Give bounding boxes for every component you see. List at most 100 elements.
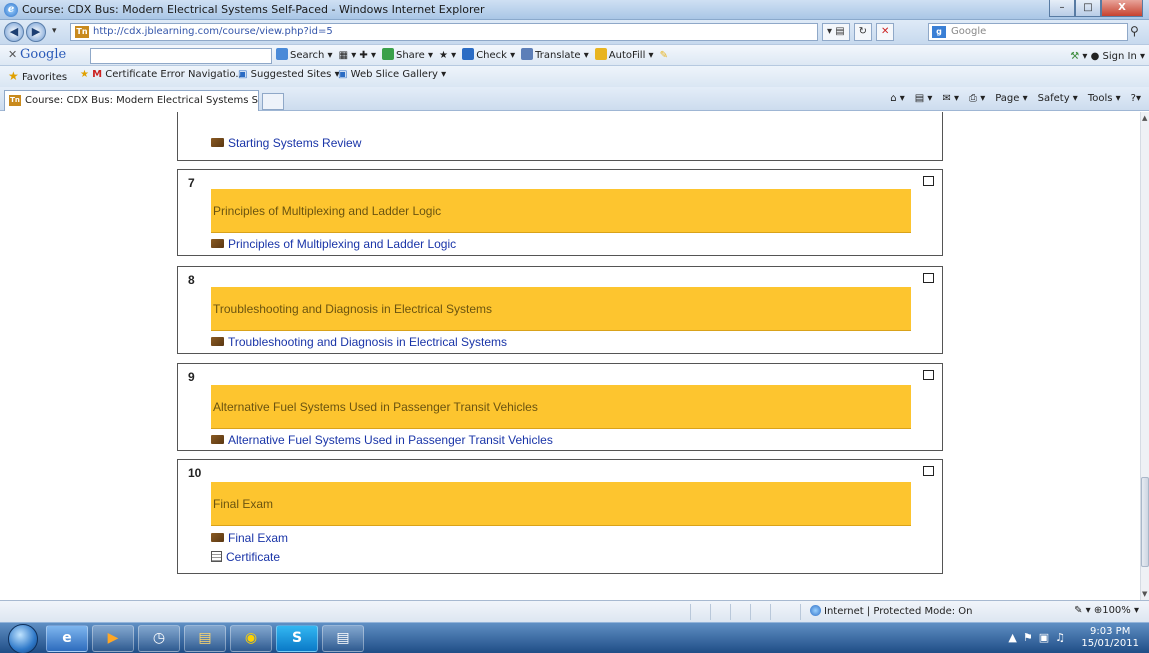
section-number: 8 — [188, 273, 195, 287]
status-divider — [690, 604, 691, 620]
home-icon[interactable]: ⌂ ▾ — [890, 93, 905, 104]
resource-link[interactable]: Troubleshooting and Diagnosis in Electri… — [211, 335, 507, 349]
section-10: 10 Final Exam Final Exam Certificate — [177, 459, 943, 574]
security-zone[interactable]: Internet | Protected Mode: On — [810, 605, 972, 617]
pencil-icon[interactable]: ✎ — [660, 48, 668, 64]
document-icon — [211, 551, 222, 562]
print-icon[interactable]: ⎙ ▾ — [969, 93, 985, 104]
close-toolbar-icon[interactable]: ✕ — [8, 48, 17, 61]
site-favicon: Tn — [75, 26, 89, 38]
search-input[interactable]: g Google — [928, 23, 1128, 41]
toolbar-translate-button[interactable]: Translate ▾ — [521, 48, 589, 64]
search-magnifier-icon[interactable]: ⚲ — [1130, 24, 1139, 38]
favorites-star-icon: ★ — [8, 69, 19, 83]
page-menu[interactable]: Page ▾ — [995, 93, 1027, 104]
book-icon — [211, 337, 224, 346]
clock[interactable]: 9:03 PM 15/01/2011 — [1081, 626, 1139, 650]
toolbar-misc-button[interactable]: ▦ ▾ ✚ ▾ — [339, 48, 376, 64]
google-search-icon: g — [932, 26, 946, 38]
mail-icon[interactable]: ✉ ▾ — [942, 93, 959, 104]
google-toolbar-search-input[interactable] — [90, 48, 272, 64]
maximize-button[interactable]: □ — [1075, 0, 1101, 17]
section-checkbox[interactable] — [923, 273, 934, 283]
compatibility-icon[interactable]: ▾ ▤ — [822, 23, 850, 41]
forward-button[interactable]: ▶ — [26, 22, 46, 42]
start-button[interactable] — [8, 624, 38, 653]
refresh-icon[interactable]: ↻ — [853, 23, 873, 41]
feeds-icon[interactable]: ▤ ▾ — [915, 93, 933, 104]
section-number: 7 — [188, 176, 195, 190]
section-7: 7 Principles of Multiplexing and Ladder … — [177, 169, 943, 256]
internet-explorer-taskbar-icon[interactable]: e — [46, 625, 88, 652]
ie-page-icon: ▣ — [238, 69, 248, 80]
status-divider — [710, 604, 711, 620]
book-icon — [211, 138, 224, 147]
section-checkbox[interactable] — [923, 176, 934, 186]
internet-explorer-icon: e — [4, 3, 18, 17]
section-number: 9 — [188, 370, 195, 384]
skype-taskbar-icon[interactable]: S — [276, 625, 318, 652]
browser-taskbar-icon[interactable]: ◉ — [230, 625, 272, 652]
minimize-button[interactable]: – — [1049, 0, 1075, 17]
search-icon — [276, 48, 288, 60]
autofill-icon — [594, 48, 607, 60]
section-title: Principles of Multiplexing and Ladder Lo… — [211, 189, 911, 233]
system-tray-icons[interactable]: ▲⚑▣♫ — [1008, 631, 1071, 644]
gmail-icon: M — [92, 69, 103, 80]
scroll-up-icon[interactable]: ▲ — [1142, 114, 1147, 122]
toolbar-autofill-button[interactable]: AutoFill ▾ — [594, 48, 654, 64]
section-checkbox[interactable] — [923, 466, 934, 476]
section-8: 8 Troubleshooting and Diagnosis in Elect… — [177, 266, 943, 354]
scroll-down-icon[interactable]: ▼ — [1142, 590, 1147, 598]
toolbar-share-button[interactable]: Share ▾ — [381, 48, 433, 64]
tab-course[interactable]: Tn Course: CDX Bus: Modern Electrical Sy… — [4, 90, 259, 111]
safety-menu[interactable]: Safety ▾ — [1038, 93, 1078, 104]
tools-menu[interactable]: Tools ▾ — [1088, 93, 1121, 104]
section-title: Alternative Fuel Systems Used in Passeng… — [211, 385, 911, 429]
clock-taskbar-icon[interactable]: ◷ — [138, 625, 180, 652]
toolbar-search-button[interactable]: Search ▾ — [276, 48, 333, 64]
resource-link[interactable]: Principles of Multiplexing and Ladder Lo… — [211, 237, 456, 251]
sign-in-button[interactable]: ⚒ ▾ ● Sign In ▾ — [1070, 51, 1145, 62]
stop-icon[interactable]: ✕ — [876, 23, 895, 41]
add-favorite-icon: ★ — [80, 69, 89, 80]
toolbar-bookmark-button[interactable]: ★ ▾ — [439, 48, 456, 64]
section-checkbox[interactable] — [923, 370, 934, 380]
site-favicon: Tn — [9, 95, 21, 106]
resource-link[interactable]: Final Exam — [211, 531, 288, 545]
address-bar-row: ◀ ▶ ▾ Tn http://cdx.jblearning.com/cours… — [0, 20, 1149, 44]
favorites-button[interactable]: ★ Favorites — [8, 69, 67, 83]
section-9: 9 Alternative Fuel Systems Used in Passe… — [177, 363, 943, 451]
protected-mode-icon: ✎ ▾ — [1074, 605, 1091, 616]
section-title: Final Exam — [211, 482, 911, 526]
ie-page-icon: ▣ — [338, 69, 348, 80]
resource-link[interactable]: Starting Systems Review — [211, 136, 361, 150]
close-button[interactable]: X — [1101, 0, 1143, 17]
favorite-suggested-sites[interactable]: ▣ Suggested Sites ▾ — [238, 69, 340, 80]
favorites-bar: ★ Favorites ★ M Certificate Error Naviga… — [0, 66, 1149, 87]
help-menu[interactable]: ?▾ — [1131, 93, 1141, 104]
favorite-web-slice-gallery[interactable]: ▣ Web Slice Gallery ▾ — [338, 69, 446, 80]
new-tab-button[interactable] — [262, 93, 284, 110]
section-6-tail: Starting Systems Review — [177, 112, 943, 161]
vertical-scrollbar[interactable]: ▲ ▼ — [1140, 112, 1149, 600]
document-taskbar-icon[interactable]: ▤ — [322, 625, 364, 652]
toolbar-check-button[interactable]: Check ▾ — [462, 48, 515, 64]
certificate-link[interactable]: Certificate — [211, 550, 280, 564]
status-divider — [770, 604, 771, 620]
history-dropdown-icon[interactable]: ▾ — [52, 26, 57, 36]
book-icon — [211, 239, 224, 248]
share-icon — [381, 48, 394, 60]
scrollbar-thumb[interactable] — [1141, 477, 1149, 567]
google-logo: Google — [20, 47, 67, 62]
back-button[interactable]: ◀ — [4, 22, 24, 42]
status-divider — [730, 604, 731, 620]
command-bar: ⌂ ▾ ▤ ▾ ✉ ▾ ⎙ ▾ Page ▾ Safety ▾ Tools ▾ … — [890, 93, 1141, 104]
folder-taskbar-icon[interactable]: ▤ — [184, 625, 226, 652]
book-icon — [211, 533, 224, 542]
zoom-level[interactable]: ✎ ▾ ⊕100% ▾ — [1074, 605, 1139, 616]
favorite-certificate-error[interactable]: ★ M Certificate Error Navigatio... — [80, 69, 245, 80]
media-player-taskbar-icon[interactable]: ▶ — [92, 625, 134, 652]
resource-link[interactable]: Alternative Fuel Systems Used in Passeng… — [211, 433, 553, 447]
address-field[interactable]: Tn http://cdx.jblearning.com/course/view… — [70, 23, 818, 41]
